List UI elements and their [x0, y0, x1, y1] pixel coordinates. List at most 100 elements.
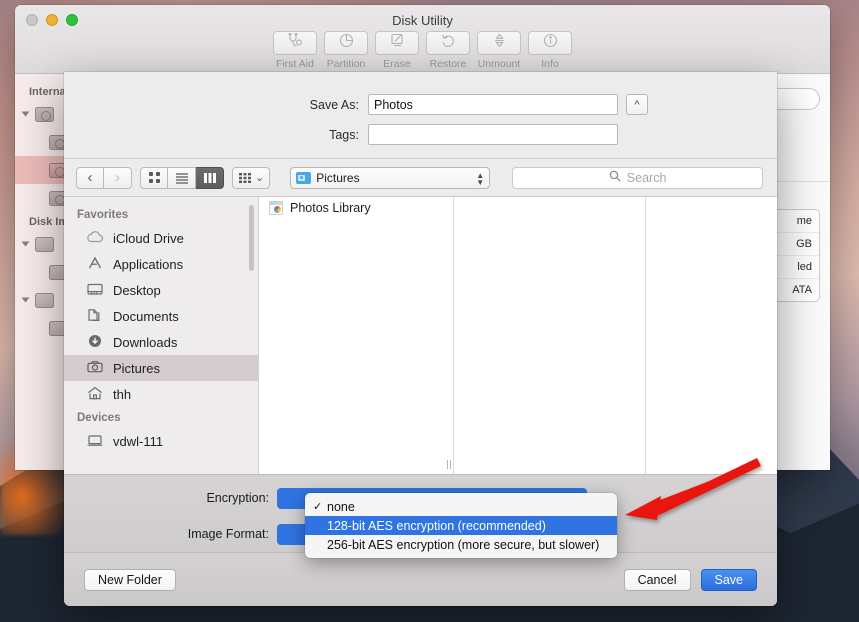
disk-utility-toolbar: First Aid Partition Erase Restore Unmoun…: [15, 31, 830, 70]
sidebar-item-icloud-drive[interactable]: iCloud Drive: [64, 225, 258, 251]
save-button[interactable]: Save: [700, 568, 757, 591]
tags-label: Tags:: [329, 127, 359, 142]
sidebar-item-vdwl-111[interactable]: vdwl-111: [64, 428, 258, 454]
expand-dialog-button[interactable]: ^: [626, 94, 648, 115]
screen: Disk Utility First Aid Partition Erase R…: [0, 0, 859, 622]
save-as-input[interactable]: [368, 94, 618, 115]
view-mode-segmented-control: [140, 166, 224, 189]
search-placeholder: Search: [626, 170, 667, 185]
info-button[interactable]: [528, 31, 572, 55]
window-titlebar[interactable]: Disk Utility First Aid Partition Erase R…: [15, 5, 830, 74]
toolbar-label: Partition: [326, 58, 366, 70]
disk-image-icon: [35, 292, 54, 308]
computer-icon: [86, 433, 104, 450]
sidebar-item-desktop[interactable]: Desktop: [64, 277, 258, 303]
pictures-icon: [86, 360, 104, 377]
toolbar-item-first-aid[interactable]: First Aid: [273, 31, 317, 70]
file-column-2[interactable]: [454, 197, 646, 474]
pie-chart-icon: [339, 33, 354, 53]
eject-arrows-icon: [493, 33, 506, 53]
toolbar-item-info[interactable]: Info: [528, 31, 572, 70]
icon-view-button[interactable]: [140, 166, 168, 189]
erase-button[interactable]: [375, 31, 419, 55]
image-format-label: Image Format:: [187, 527, 269, 541]
arrange-by-button[interactable]: ⌄: [232, 166, 271, 189]
downloads-icon: [86, 334, 104, 351]
menu-item-none[interactable]: ✓ none: [305, 497, 617, 516]
cancel-button[interactable]: Cancel: [623, 568, 691, 591]
forward-button[interactable]: ›: [104, 166, 132, 189]
list-view-button[interactable]: [168, 166, 196, 189]
menu-item-label: 128-bit AES encryption (recommended): [327, 518, 546, 533]
toolbar-item-erase[interactable]: Erase: [375, 31, 419, 70]
disclosure-triangle-icon[interactable]: [21, 241, 30, 247]
toolbar-item-unmount[interactable]: Unmount: [477, 31, 521, 70]
save-as-label: Save As:: [309, 97, 359, 112]
encryption-dropdown-menu: ✓ none 128-bit AES encryption (recommend…: [305, 493, 617, 558]
home-icon: [86, 386, 104, 403]
toolbar-item-partition[interactable]: Partition: [324, 31, 368, 70]
file-column-1: Photos Library: [259, 197, 454, 474]
disclosure-triangle-icon[interactable]: [21, 111, 30, 117]
sidebar-item-downloads[interactable]: Downloads: [64, 329, 258, 355]
restore-button[interactable]: [426, 31, 470, 55]
unmount-button[interactable]: [477, 31, 521, 55]
search-icon: [609, 170, 621, 185]
documents-icon: [86, 308, 104, 325]
toolbar-label: Restore: [429, 58, 467, 70]
desktop-icon: [86, 282, 104, 299]
sidebar-favorites-pane: Favorites iCloud Drive Applications Desk…: [64, 197, 259, 474]
updown-chevron-icon: ▲▼: [476, 170, 485, 187]
toolbar-label: First Aid: [276, 58, 314, 70]
sidebar-item-label: vdwl-111: [113, 433, 164, 449]
column-view-button[interactable]: [196, 166, 224, 189]
sidebar-item-pictures[interactable]: Pictures: [64, 355, 258, 381]
photos-library-icon: [269, 200, 283, 215]
path-popup-label: Pictures: [316, 170, 360, 185]
partition-button[interactable]: [324, 31, 368, 55]
toolbar-label: Erase: [383, 58, 411, 70]
file-browser: Favorites iCloud Drive Applications Desk…: [64, 197, 777, 474]
toolbar-item-restore[interactable]: Restore: [426, 31, 470, 70]
menu-item-aes-128[interactable]: 128-bit AES encryption (recommended): [305, 516, 617, 535]
search-input[interactable]: Search: [512, 166, 763, 189]
first-aid-button[interactable]: [273, 31, 317, 55]
save-dialog-header: Save As: ^ Tags:: [64, 72, 777, 159]
back-button[interactable]: ‹: [76, 166, 104, 189]
new-folder-button[interactable]: New Folder: [84, 568, 176, 591]
sidebar-item-label: Desktop: [113, 282, 161, 298]
file-column-3[interactable]: [646, 197, 777, 474]
save-dialog-footer: New Folder Cancel Save: [64, 552, 777, 606]
sidebar-item-thh[interactable]: thh: [64, 381, 258, 407]
menu-item-label: none: [327, 499, 355, 514]
sidebar-item-label: iCloud Drive: [113, 230, 184, 246]
sidebar-item-label: thh: [113, 386, 132, 402]
sidebar-item-documents[interactable]: Documents: [64, 303, 258, 329]
hard-disk-icon: [35, 106, 54, 122]
disk-image-icon: [35, 236, 54, 252]
menu-item-aes-256[interactable]: 256-bit AES encryption (more secure, but…: [305, 535, 617, 554]
stethoscope-icon: [287, 32, 304, 53]
pictures-folder-icon: [296, 171, 312, 184]
column-resize-handle[interactable]: [445, 458, 453, 470]
save-as-row: Save As: ^: [64, 94, 777, 115]
toolbar-label: Info: [541, 58, 559, 70]
sidebar-item-applications[interactable]: Applications: [64, 251, 258, 277]
navigation-buttons: ‹ ›: [76, 166, 132, 189]
icloud-icon: [86, 230, 104, 247]
menu-item-label: 256-bit AES encryption (more secure, but…: [327, 537, 600, 552]
arrange-grid-icon: [239, 172, 251, 183]
file-name: Photos Library: [290, 200, 371, 215]
chevron-down-icon: ⌄: [255, 172, 265, 184]
sidebar-item-label: Documents: [113, 308, 179, 324]
checkmark-icon: ✓: [313, 501, 323, 513]
disclosure-triangle-icon[interactable]: [21, 297, 30, 303]
toolbar-label: Unmount: [477, 58, 521, 70]
tags-row: Tags:: [64, 124, 777, 145]
tags-input[interactable]: [368, 124, 618, 145]
list-item[interactable]: Photos Library: [259, 197, 453, 218]
path-popup-button[interactable]: Pictures ▲ ▼: [290, 166, 491, 189]
erase-icon: [390, 33, 405, 53]
sidebar-scrollbar[interactable]: [249, 205, 254, 271]
sidebar-item-label: Downloads: [113, 334, 178, 350]
